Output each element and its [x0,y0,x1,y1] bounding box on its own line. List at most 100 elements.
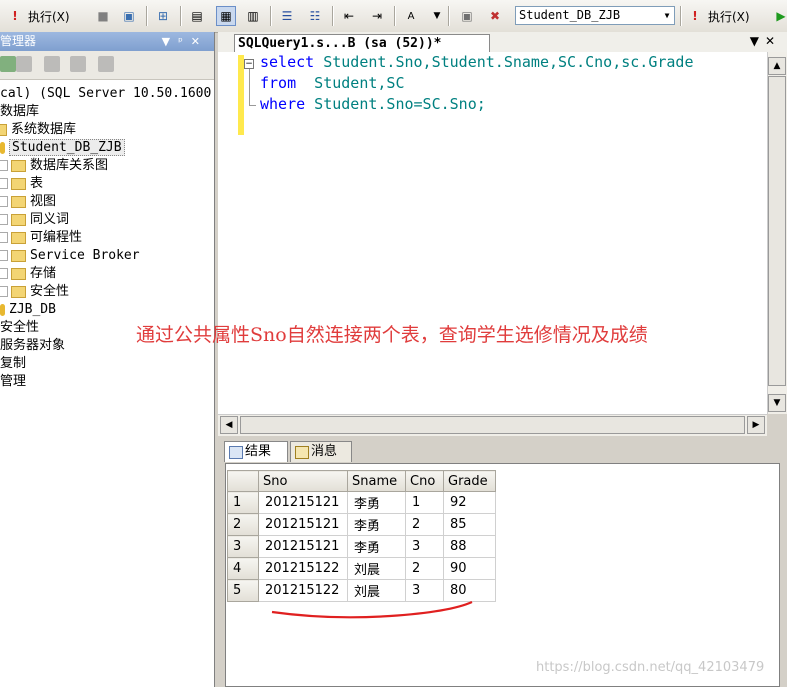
scroll-up-icon[interactable]: ▲ [768,57,786,75]
expand-icon[interactable] [0,268,8,279]
pin-icon[interactable]: ᵖ [178,35,191,48]
tree-item-security[interactable]: 安全性 [0,319,39,337]
expand-icon[interactable] [0,178,8,189]
dropdown-icon[interactable]: ▼ [162,35,178,48]
cell-sno[interactable]: 201215122 [258,557,348,580]
cell-grade[interactable]: 88 [443,535,496,558]
cell-sname[interactable]: 李勇 [347,535,406,558]
tree-item-server[interactable]: cal) (SQL Server 10.50.1600 [0,85,211,103]
expand-icon[interactable] [0,250,8,261]
tree-item-security-db[interactable]: 安全性 [0,283,69,301]
collapse-icon[interactable]: − [244,59,254,69]
expand-icon[interactable] [0,214,8,225]
cell-sname[interactable]: 李勇 [347,491,406,514]
stop-button[interactable]: ■ [94,6,112,26]
filter-icon[interactable] [70,56,86,72]
tab-results[interactable]: 结果 [224,441,288,462]
execute-button-2[interactable]: ! 执行(X) [686,6,749,26]
tree-item-server-objects[interactable]: 服务器对象 [0,337,65,355]
column-header[interactable]: Sname [347,470,406,492]
outdent-button[interactable]: ⇤ [340,6,358,26]
tree-item-synonyms[interactable]: 同义词 [0,211,69,229]
tree-item-diagrams[interactable]: 数据库关系图 [0,157,108,175]
refresh-icon[interactable] [98,56,114,72]
tree-item-system-databases[interactable]: 系统数据库 [0,121,76,139]
cell-cno[interactable]: 1 [405,491,444,514]
column-header[interactable]: Cno [405,470,444,492]
tree-item-management[interactable]: 管理 [0,373,26,391]
cell-cno[interactable]: 3 [405,579,444,602]
tree-item-replication[interactable]: 复制 [0,355,26,373]
cell-cno[interactable]: 2 [405,557,444,580]
comment-button[interactable]: ☰ [278,6,296,26]
results-grid[interactable]: Sno Sname Cno Grade 1 201215121 李勇 1 92 … [225,463,780,687]
table-row[interactable]: 2 201215121 李勇 2 85 [227,513,496,536]
debug-run-button[interactable]: ▶ [772,6,787,26]
template-params-button[interactable]: A [402,6,420,26]
database-select[interactable]: Student_DB_ZJB ▼ [515,6,675,25]
indent-button[interactable]: ⇥ [368,6,386,26]
connect-icon[interactable] [0,56,16,72]
expand-icon[interactable] [0,160,8,171]
uncomment-button[interactable]: ☷ [306,6,324,26]
debug-button[interactable]: ▣ [120,6,138,26]
cell-sno[interactable]: 201215121 [258,535,348,558]
parse-button[interactable]: ⊞ [154,6,172,26]
row-number[interactable]: 1 [227,491,259,514]
tab-sqlquery1[interactable]: SQLQuery1.s...B (sa (52))* [234,34,490,52]
row-number[interactable]: 3 [227,535,259,558]
cell-grade[interactable]: 90 [443,557,496,580]
row-number[interactable]: 5 [227,579,259,602]
expand-icon[interactable] [0,286,8,297]
table-row[interactable]: 4 201215122 刘晨 2 90 [227,557,496,580]
tree-item-views[interactable]: 视图 [0,193,56,211]
close-icon[interactable]: ✕ [191,35,208,48]
cell-sname[interactable]: 刘晨 [347,557,406,580]
cell-sname[interactable]: 李勇 [347,513,406,536]
tree-item-storage[interactable]: 存储 [0,265,56,283]
tab-messages[interactable]: 消息 [290,441,352,462]
tree-item-service-broker[interactable]: Service Broker [0,247,140,265]
query-editor[interactable]: − select Student.Sno,Student.Sname,SC.Cn… [218,52,767,414]
tree-item-databases[interactable]: 数据库 [0,103,39,121]
scroll-right-icon[interactable]: ▶ [747,416,765,434]
results-to-file-button[interactable]: ▥ [244,6,262,26]
column-header[interactable]: Grade [443,470,496,492]
cell-sname[interactable]: 刘晨 [347,579,406,602]
row-number[interactable]: 2 [227,513,259,536]
toolbar-overflow-button[interactable]: ▼ [428,6,446,26]
scroll-thumb[interactable] [240,416,745,434]
cell-sno[interactable]: 201215121 [258,513,348,536]
tree-item-tables[interactable]: 表 [0,175,43,193]
tree-item-zjb-db[interactable]: ZJB_DB [0,301,56,319]
editor-horizontal-scrollbar[interactable]: ◀ ▶ [218,414,767,436]
row-number-header[interactable] [227,470,259,492]
expand-icon[interactable] [0,232,8,243]
expand-icon[interactable] [0,196,8,207]
editor-vertical-scrollbar[interactable]: ▲ ▼ [767,52,787,414]
scroll-down-icon[interactable]: ▼ [768,394,786,412]
disconnect-icon[interactable] [16,56,32,72]
results-to-grid-button[interactable]: ▦ [216,6,236,26]
tree-item-student-db[interactable]: Student_DB_ZJB [0,139,125,157]
tree-item-programmability[interactable]: 可编程性 [0,229,82,247]
cell-cno[interactable]: 2 [405,513,444,536]
row-number[interactable]: 4 [227,557,259,580]
cell-sno[interactable]: 201215121 [258,491,348,514]
execute-button-1[interactable]: ! 执行(X) [6,6,69,26]
cell-grade[interactable]: 92 [443,491,496,514]
close-icon[interactable]: ✕ [765,34,781,48]
cell-grade[interactable]: 85 [443,513,496,536]
cell-cno[interactable]: 3 [405,535,444,558]
connect-button[interactable]: ▣ [458,6,476,26]
results-to-text-button[interactable]: ▤ [188,6,206,26]
column-header[interactable]: Sno [258,470,348,492]
scroll-left-icon[interactable]: ◀ [220,416,238,434]
table-row[interactable]: 5 201215122 刘晨 3 80 [227,579,496,602]
scroll-thumb[interactable] [768,76,786,386]
table-row[interactable]: 1 201215121 李勇 1 92 [227,491,496,514]
cell-grade[interactable]: 80 [443,579,496,602]
stop-icon[interactable] [44,56,60,72]
table-row[interactable]: 3 201215121 李勇 3 88 [227,535,496,558]
cell-sno[interactable]: 201215122 [258,579,348,602]
